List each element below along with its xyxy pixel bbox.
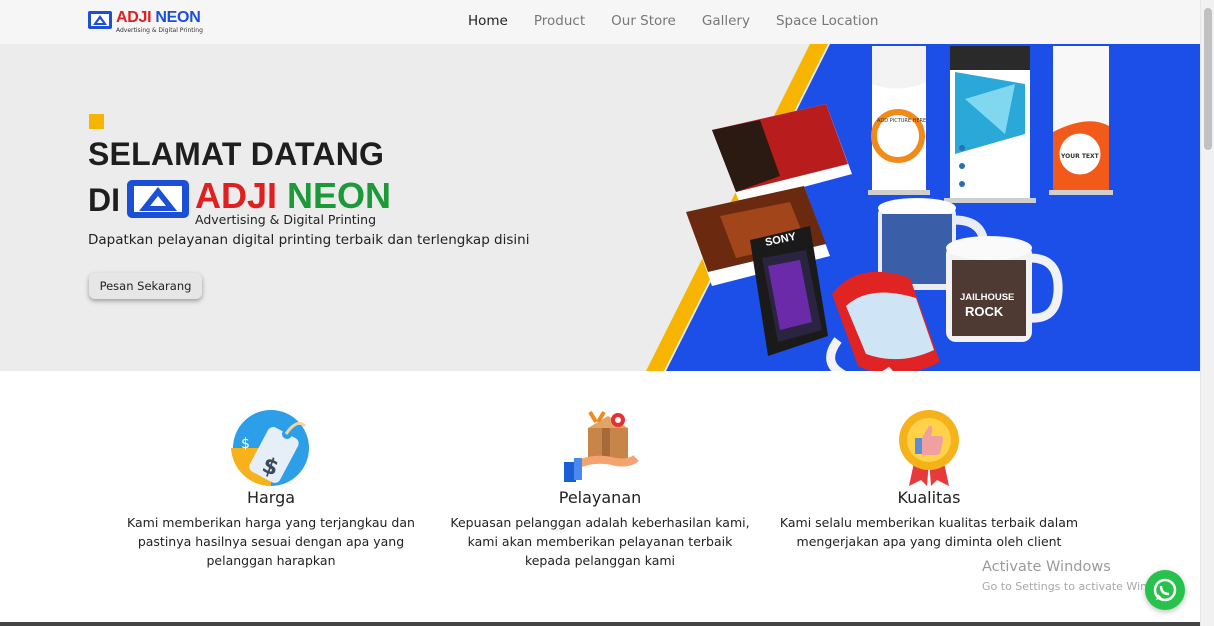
logo-mark-icon: [88, 11, 112, 29]
logo-tagline: Advertising & Digital Printing: [116, 27, 203, 34]
service-box-icon: [564, 410, 639, 482]
feature-harga: $ $ Harga Kami memberikan harga yang ter…: [111, 408, 431, 570]
vertical-scrollbar[interactable]: [1200, 0, 1214, 626]
feature-pelayanan-desc: Kepuasan pelanggan adalah keberhasilan k…: [440, 513, 760, 570]
nav-space-location[interactable]: Space Location: [776, 13, 879, 29]
hero-logo-mark-icon: [127, 180, 189, 218]
logo-adji: ADJI: [116, 9, 152, 26]
desc-line: kepada pelanggan kami: [524, 553, 676, 568]
nav-product[interactable]: Product: [534, 13, 585, 29]
navbar: ADJI NEON Advertising & Digital Printing…: [0, 0, 1200, 44]
quality-badge-icon: [899, 410, 959, 486]
desc-line: mengerjakan apa yang diminta oleh client: [796, 534, 1062, 549]
rollup-banner-1: ADD PICTURE HERE: [868, 46, 930, 195]
hero-brand-adji: ADJI: [195, 175, 278, 216]
feature-kualitas-desc: Kami selalu memberikan kualitas terbaik …: [769, 513, 1089, 551]
desc-line: Kepuasan pelanggan adalah keberhasilan k…: [450, 515, 750, 530]
nav-our-store[interactable]: Our Store: [611, 13, 676, 29]
feature-kualitas-title: Kualitas: [897, 488, 961, 507]
hero-title: SELAMAT DATANG: [88, 136, 385, 172]
desc-line: pelanggan harapkan: [206, 553, 336, 568]
add-picture-text: ADD PICTURE HERE: [877, 118, 926, 124]
hero-brand-tagline: Advertising & Digital Printing: [195, 212, 376, 227]
main-nav: Home Product Our Store Gallery Space Loc…: [468, 13, 904, 29]
feature-kualitas: Kualitas Kami selalu memberikan kualitas…: [769, 408, 1089, 551]
price-tag-icon: $ $: [231, 410, 309, 487]
hero-description: Dapatkan pelayanan digital printing terb…: [88, 232, 530, 248]
hero-brand-neon: NEON: [287, 175, 392, 216]
logo-neon: NEON: [155, 9, 201, 26]
your-text-label: YOUR TEXT: [1060, 153, 1100, 160]
rollup-banner-2: [944, 46, 1036, 203]
desc-line: Kami selalu memberikan kualitas terbaik …: [779, 515, 1079, 530]
hero-di: DI: [88, 182, 120, 218]
whatsapp-button[interactable]: [1145, 570, 1185, 610]
feature-harga-desc: Kami memberikan harga yang terjangkau da…: [111, 513, 431, 570]
bottom-border: [0, 622, 1200, 626]
feature-pelayanan-title: Pelayanan: [558, 488, 642, 507]
feature-harga-title: Harga: [246, 488, 296, 507]
page: ADJI NEON Advertising & Digital Printing…: [0, 0, 1214, 626]
feature-pelayanan: Pelayanan Kepuasan pelanggan adalah kebe…: [440, 408, 760, 570]
scrollbar-thumb[interactable]: [1204, 8, 1212, 150]
logo-text: ADJI NEON Advertising & Digital Printing: [116, 9, 203, 35]
nav-gallery[interactable]: Gallery: [702, 13, 750, 29]
jailhouse-label: JAILHOUSE: [960, 292, 1014, 303]
rollup-banner-3: YOUR TEXT: [1049, 46, 1113, 195]
hero-brand-logo: ADJI NEON Advertising & Digital Printing: [127, 178, 391, 227]
whatsapp-icon: [1153, 578, 1177, 602]
desc-line: pastinya hasilnya sesuai dengan apa yang: [137, 534, 405, 549]
hero-brand-name: ADJI NEON: [195, 178, 391, 214]
hero-banner: ADD PICTURE HERE YOUR TEXT SONY JAILHOUS…: [0, 44, 1200, 371]
nav-home[interactable]: Home: [468, 13, 508, 29]
activate-windows-subtitle: Go to Settings to activate Windows.: [982, 580, 1147, 593]
hero-accent-square: [89, 114, 104, 129]
desc-line: kami akan memberikan pelayanan terbaik: [467, 534, 733, 549]
desc-line: Kami memberikan harga yang terjangkau da…: [127, 515, 415, 530]
site-logo[interactable]: ADJI NEON Advertising & Digital Printing: [88, 10, 203, 34]
svg-text:$: $: [241, 436, 250, 452]
rock-label: ROCK: [965, 304, 1004, 319]
order-now-button[interactable]: Pesan Sekarang: [89, 273, 202, 299]
activate-windows-title: Activate Windows: [982, 559, 1111, 575]
